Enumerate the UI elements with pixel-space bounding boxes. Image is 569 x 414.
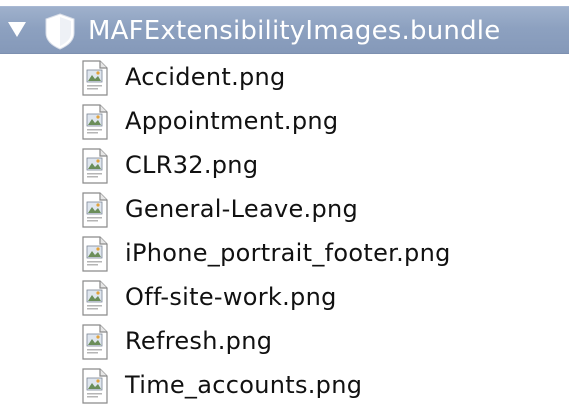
file-name: iPhone_portrait_footer.png — [125, 239, 451, 267]
image-file-icon — [82, 368, 108, 404]
image-file-icon — [82, 324, 108, 360]
bundle-icon — [45, 13, 75, 50]
file-row[interactable]: Appointment.png — [0, 100, 569, 144]
image-file-icon — [82, 192, 108, 228]
image-file-icon — [82, 148, 108, 184]
file-row[interactable]: CLR32.png — [0, 144, 569, 188]
bundle-group-row[interactable]: MAFExtensibilityImages.bundle — [0, 6, 569, 54]
file-row[interactable]: Accident.png — [0, 56, 569, 100]
file-row[interactable]: General-Leave.png — [0, 188, 569, 232]
file-name: Time_accounts.png — [125, 371, 363, 399]
image-file-icon — [82, 280, 108, 316]
file-row[interactable]: Time_accounts.png — [0, 364, 569, 408]
image-file-icon — [82, 104, 108, 140]
image-file-icon — [82, 60, 108, 96]
file-name: Off-site-work.png — [125, 283, 337, 311]
disclosure-triangle-icon[interactable] — [8, 22, 26, 37]
bundle-name: MAFExtensibilityImages.bundle — [88, 16, 501, 46]
file-row[interactable]: iPhone_portrait_footer.png — [0, 232, 569, 276]
file-name: Appointment.png — [125, 107, 339, 135]
file-row[interactable]: Refresh.png — [0, 320, 569, 364]
file-name: Accident.png — [125, 63, 286, 91]
file-name: General-Leave.png — [125, 195, 359, 223]
file-name: Refresh.png — [125, 327, 273, 355]
file-tree: MAFExtensibilityImages.bundle Accident.p… — [0, 0, 569, 414]
file-name: CLR32.png — [125, 151, 259, 179]
file-row[interactable]: Off-site-work.png — [0, 276, 569, 320]
image-file-icon — [82, 236, 108, 272]
